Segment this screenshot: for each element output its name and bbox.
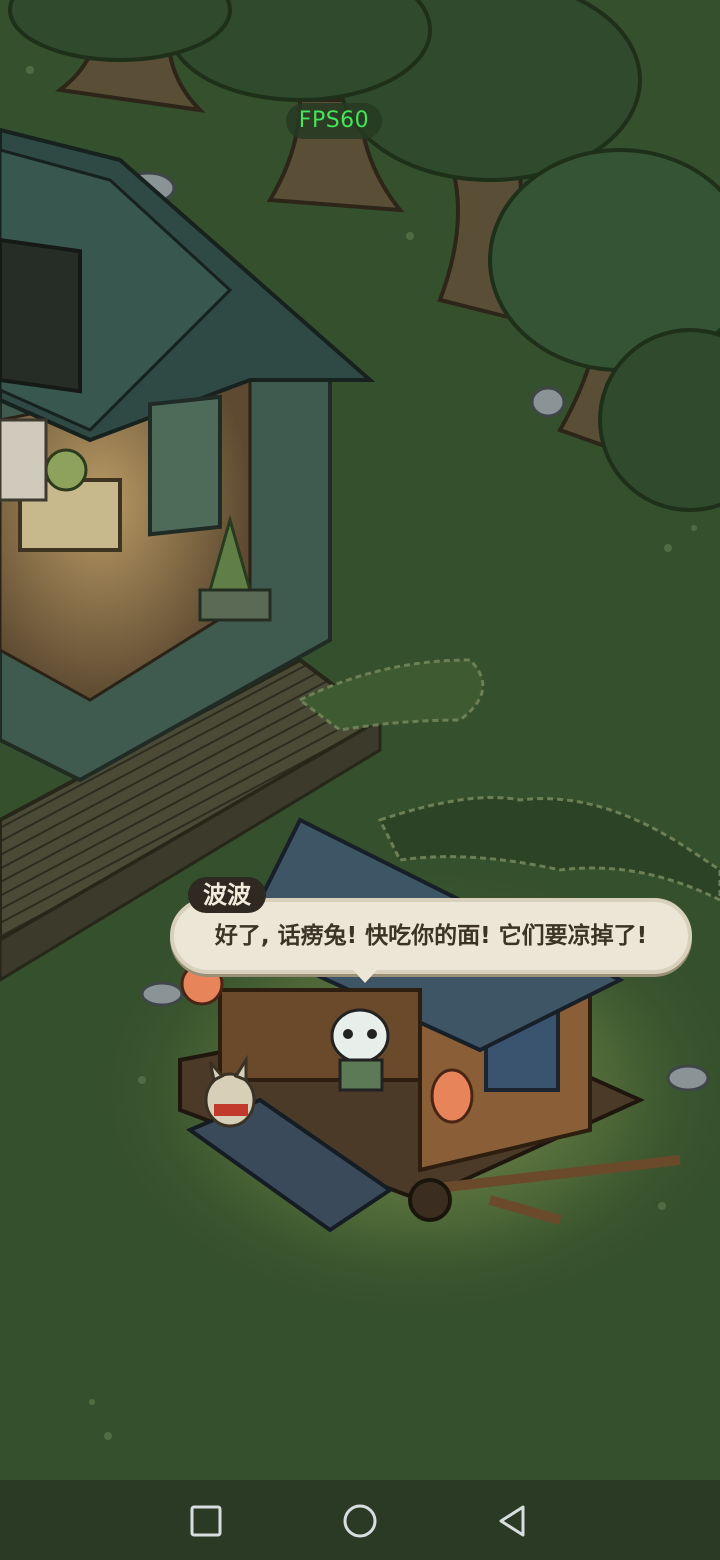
paper-lantern bbox=[430, 1068, 474, 1124]
dialogue-bubble-tail bbox=[353, 970, 377, 983]
game-world[interactable] bbox=[0, 0, 720, 1480]
fps-counter: FPS60 bbox=[286, 103, 382, 139]
game-screen[interactable]: FPS60 好了, 话痨兔! 快吃你的面! 它们要凉掉了! 波波 bbox=[0, 0, 720, 1560]
triangle-back-icon[interactable] bbox=[490, 1498, 536, 1544]
speaker-name: 波波 bbox=[188, 877, 266, 913]
system-navigation-bar bbox=[0, 1480, 720, 1560]
panda-chef bbox=[330, 1008, 390, 1064]
circle-icon[interactable] bbox=[337, 1498, 383, 1544]
square-icon[interactable] bbox=[183, 1498, 229, 1544]
